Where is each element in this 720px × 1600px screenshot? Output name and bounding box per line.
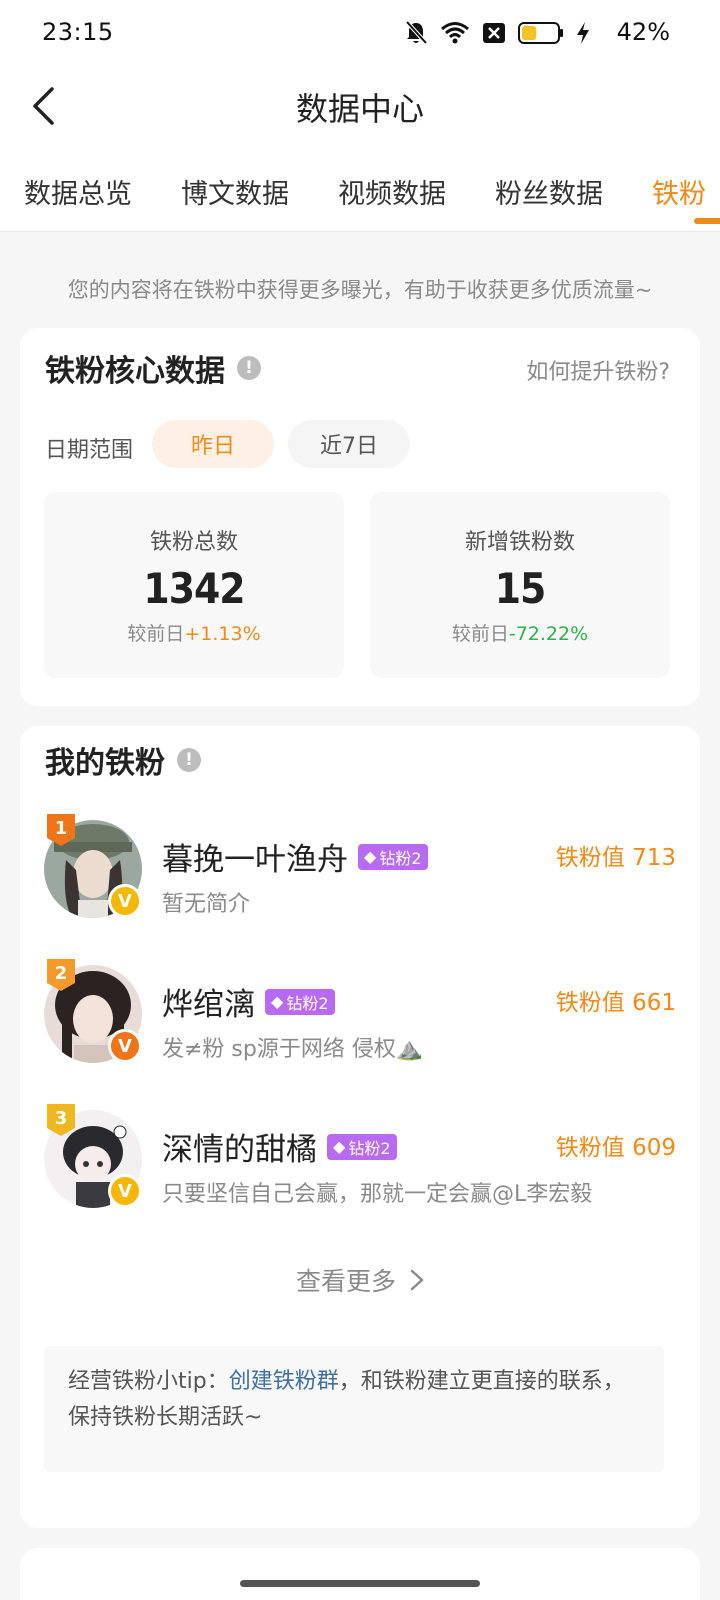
page-title: 数据中心: [295, 90, 424, 128]
rank-badge-3: 3: [47, 1104, 75, 1136]
core-data-card: 铁粉核心数据 ! 如何提升铁粉? 日期范围 昨日 近7日 铁粉总数 1342 较…: [20, 328, 700, 706]
stat-change-up: +1.13%: [184, 623, 261, 645]
fan-row[interactable]: 2 V 烨绾漓 ◆ 钻粉2 发≠粉 sp源于网络 侵权⛰️ 铁粉值 661: [20, 959, 700, 1075]
info-icon[interactable]: !: [177, 748, 201, 772]
svg-text:1: 1: [55, 818, 68, 839]
range-label: 日期范围: [45, 438, 134, 463]
verified-v-icon: V: [108, 1029, 142, 1063]
diamond-fan-tag: ◆ 钻粉2: [327, 1133, 397, 1160]
charging-bolt-icon: [577, 22, 589, 44]
verified-v-icon: V: [108, 884, 142, 918]
tab-fans[interactable]: 粉丝数据: [495, 172, 603, 211]
tab-posts[interactable]: 博文数据: [181, 172, 289, 211]
diamond-fan-tag: ◆ 钻粉2: [358, 843, 428, 870]
diamond-icon: ◆: [271, 992, 284, 1011]
stat-label: 铁粉总数: [149, 530, 238, 555]
nav-bar: 数据中心: [0, 66, 720, 150]
rank-badge-2: 2: [47, 959, 75, 991]
tip-box: 经营铁粉小tip：创建铁粉群，和铁粉建立更直接的联系，保持铁粉长期活跃~: [44, 1346, 664, 1472]
fan-name[interactable]: 深情的甜橘: [162, 1124, 317, 1169]
chevron-right-icon: [410, 1269, 424, 1291]
fan-bio: 发≠粉 sp源于网络 侵权⛰️: [162, 1037, 424, 1062]
info-icon[interactable]: !: [237, 356, 261, 380]
see-more-button[interactable]: 查看更多: [20, 1262, 700, 1298]
tip-prefix: 经营铁粉小tip：: [68, 1369, 229, 1394]
fan-name[interactable]: 烨绾漓: [162, 979, 255, 1024]
stat-label: 新增铁粉数: [464, 530, 575, 555]
stat-compare: 较前日+1.13%: [127, 623, 261, 645]
battery-percent: 42%: [616, 18, 670, 46]
status-bar: 23:15 42%: [0, 0, 720, 64]
fan-score: 铁粉值 661: [555, 990, 676, 1016]
wifi-icon: [441, 22, 469, 44]
next-card-peek: [20, 1548, 700, 1600]
my-fans-card: 我的铁粉 ! 1 V 暮挽一叶渔舟 ◆ 钻粉2 暂无简介 铁粉值 713 2 V…: [20, 726, 700, 1528]
stat-total-fans: 铁粉总数 1342 较前日+1.13%: [44, 492, 344, 678]
status-time: 23:15: [42, 18, 114, 46]
fan-bio: 暂无简介: [162, 892, 251, 917]
fan-row[interactable]: 3 V 深情的甜橘 ◆ 钻粉2 只要坚信自己会赢，那就一定会赢@L李宏毅 铁粉值 …: [20, 1104, 700, 1220]
tab-active-indicator: [694, 218, 720, 224]
home-indicator[interactable]: [240, 1580, 480, 1587]
fan-name[interactable]: 暮挽一叶渔舟: [162, 834, 348, 879]
stat-new-fans: 新增铁粉数 15 较前日-72.22%: [370, 492, 670, 678]
status-icons: [404, 18, 590, 48]
range-7days-button[interactable]: 近7日: [288, 420, 410, 468]
tab-overview[interactable]: 数据总览: [24, 172, 132, 211]
core-title-text: 铁粉核心数据: [45, 354, 225, 389]
fan-score: 铁粉值 713: [555, 845, 676, 871]
bell-off-icon: [405, 20, 428, 45]
fan-score: 铁粉值 609: [555, 1135, 676, 1161]
notice-text: 您的内容将在铁粉中获得更多曝光，有助于收获更多优质流量~: [67, 278, 653, 302]
fan-row[interactable]: 1 V 暮挽一叶渔舟 ◆ 钻粉2 暂无简介 铁粉值 713: [20, 814, 700, 930]
battery-icon: [518, 22, 563, 44]
stat-value: 15: [494, 564, 547, 613]
stat-change-down: -72.22%: [508, 623, 589, 645]
stat-compare: 较前日-72.22%: [451, 623, 589, 645]
fan-bio: 只要坚信自己会赢，那就一定会赢@L李宏毅: [162, 1182, 593, 1207]
verified-v-icon: V: [108, 1174, 142, 1208]
create-fan-group-link[interactable]: 创建铁粉群: [229, 1369, 339, 1394]
tab-videos[interactable]: 视频数据: [338, 172, 446, 211]
fans-title: 我的铁粉 !: [45, 738, 201, 782]
diamond-icon: ◆: [333, 1137, 346, 1156]
tab-bar: 数据总览 博文数据 视频数据 粉丝数据 铁粉: [0, 150, 720, 232]
diamond-icon: ◆: [364, 847, 377, 866]
svg-text:2: 2: [55, 963, 68, 984]
tab-iron-fans[interactable]: 铁粉: [652, 172, 706, 211]
diamond-fan-tag: ◆ 钻粉2: [265, 988, 335, 1015]
core-title: 铁粉核心数据 !: [45, 346, 261, 390]
sim-x-icon: [483, 23, 505, 43]
svg-text:3: 3: [55, 1108, 68, 1129]
fans-title-text: 我的铁粉: [45, 746, 165, 781]
stat-value: 1342: [143, 564, 245, 613]
top-bar: 23:15 42% 数据中心 数据总览 博文数据 视频数据 粉丝数据 铁粉: [0, 0, 720, 232]
help-link[interactable]: 如何提升铁粉?: [526, 354, 670, 386]
rank-badge-1: 1: [47, 814, 75, 846]
see-more-label: 查看更多: [295, 1267, 396, 1296]
range-yesterday-button[interactable]: 昨日: [152, 420, 274, 468]
